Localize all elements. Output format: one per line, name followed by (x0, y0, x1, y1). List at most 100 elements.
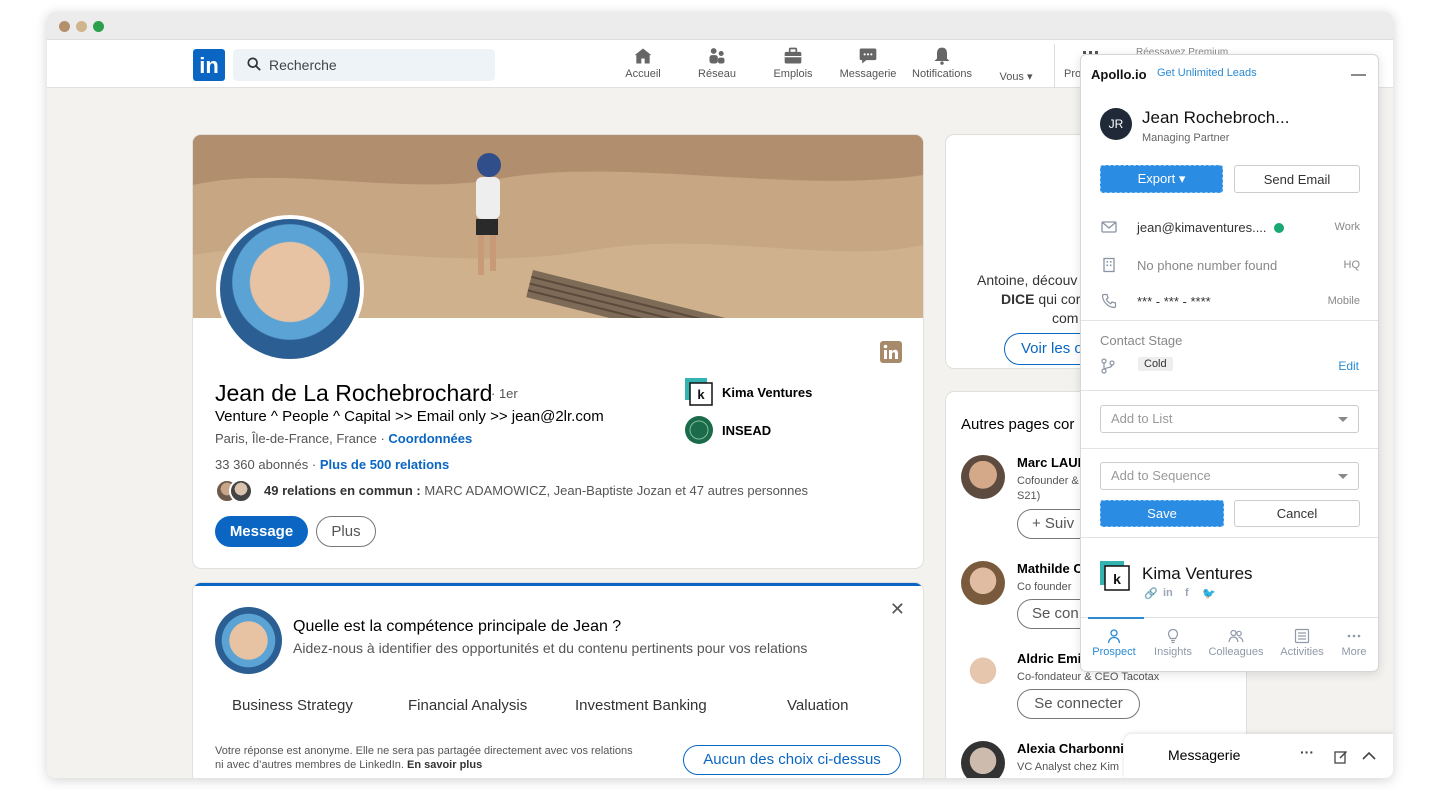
promo-line-1: Antoine, découv (977, 272, 1078, 288)
promo-highlight: DICE (1001, 291, 1035, 307)
linkedin-icon[interactable]: in (1163, 587, 1173, 599)
messaging-icon (859, 48, 877, 64)
contact-stage-label: Contact Stage (1100, 333, 1183, 348)
anon-line-1: Votre réponse est anonyme. Elle ne sera … (215, 745, 633, 757)
none-of-above-button[interactable]: Aucun des choix ci-dessus (683, 745, 901, 775)
tab-colleagues[interactable]: Colleagues (1206, 618, 1266, 671)
person-description: Co-fondateur & CEO Tacotax (1017, 670, 1159, 685)
divider (1081, 448, 1378, 449)
tab-more[interactable]: More (1324, 618, 1378, 671)
tab-insights[interactable]: Insights (1143, 618, 1203, 671)
kima-logo: k (1100, 561, 1130, 591)
twitter-icon[interactable]: 🐦 (1202, 587, 1216, 600)
question-title: Quelle est la compétence principale de J… (293, 618, 622, 635)
contact-info-link[interactable]: Coordonnées (388, 431, 472, 446)
tab-activities[interactable]: Activities (1272, 618, 1332, 671)
tab-label: Prospect (1092, 646, 1136, 658)
anonymity-note: Votre réponse est anonyme. Elle ne sera … (215, 744, 675, 772)
nav-item-messaging[interactable]: Messagerie (832, 44, 904, 88)
close-window-button[interactable] (59, 21, 70, 32)
export-button[interactable]: Export ▾ (1100, 165, 1223, 193)
connect-button[interactable]: Se connecter (1017, 689, 1140, 719)
skill-question-card: Quelle est la compétence principale de J… (193, 583, 923, 778)
more-button[interactable]: Plus (316, 516, 376, 547)
facebook-icon[interactable]: f (1185, 587, 1189, 599)
company-name[interactable]: Kima Ventures (1142, 564, 1253, 584)
divider (1081, 320, 1378, 321)
skill-option[interactable]: Financial Analysis (408, 697, 527, 714)
get-unlimited-leads-link[interactable]: Get Unlimited Leads (1157, 67, 1257, 79)
browser-window: in Accueil Réseau Emplois Messagerie Not… (47, 12, 1393, 778)
maximize-window-button[interactable] (93, 21, 104, 32)
nav-label: Notifications (912, 68, 972, 80)
nav-divider (1054, 44, 1055, 88)
nav-label: Emplois (773, 68, 813, 80)
tab-label: Insights (1154, 646, 1192, 658)
svg-text:k: k (697, 387, 705, 402)
search-icon (247, 57, 261, 71)
minimize-window-button[interactable] (76, 21, 87, 32)
nav-item-jobs[interactable]: Emplois (757, 44, 829, 88)
message-button[interactable]: Message (215, 516, 308, 547)
profile-name: Jean de La Rochebrochard (215, 380, 493, 406)
bell-icon (934, 47, 950, 65)
contact-stage-chip[interactable]: Cold (1138, 357, 1173, 371)
skill-option[interactable]: Valuation (787, 697, 848, 714)
cancel-button[interactable]: Cancel (1234, 500, 1360, 527)
messaging-bar[interactable]: Messagerie ··· (1124, 734, 1393, 778)
add-to-sequence-select[interactable]: Add to Sequence (1100, 462, 1359, 490)
contact-avatar: JR (1100, 108, 1132, 140)
person-name: Marc LAUI (1017, 455, 1082, 470)
mutual-avatar (229, 479, 253, 503)
apollo-tab-bar: Prospect Insights Colleagues Activities … (1081, 617, 1378, 671)
contact-name[interactable]: Jean Rochebroch... (1142, 108, 1289, 128)
nav-item-notifications[interactable]: Notifications (906, 44, 978, 88)
mobile-value[interactable]: *** - *** - **** (1137, 294, 1211, 309)
person-icon (1107, 629, 1121, 644)
save-button[interactable]: Save (1100, 500, 1224, 527)
search-input[interactable] (269, 49, 489, 81)
email-value[interactable]: jean@kimaventures.... (1137, 220, 1285, 235)
linkedin-logo[interactable]: in (193, 49, 225, 81)
close-icon[interactable]: ✕ (890, 599, 905, 620)
more-icon (1347, 634, 1361, 638)
chevron-up-icon[interactable] (1362, 751, 1376, 761)
followers-line: 33 360 abonnés · Plus de 500 relations (215, 457, 449, 472)
messaging-more-icon[interactable]: ··· (1300, 744, 1314, 760)
learn-more-link[interactable]: En savoir plus (407, 759, 482, 771)
contact-role: Managing Partner (1142, 132, 1230, 144)
connections-link[interactable]: Plus de 500 relations (320, 457, 449, 472)
window-titlebar (47, 12, 1393, 40)
add-to-list-select[interactable]: Add to List (1100, 405, 1359, 433)
skill-option[interactable]: Business Strategy (232, 697, 353, 714)
apollo-logo: Apollo.io (1091, 67, 1147, 82)
profile-card: Jean de La Rochebrochard · 1er Venture ^… (193, 135, 923, 568)
send-email-button[interactable]: Send Email (1234, 165, 1360, 193)
compose-icon[interactable] (1334, 750, 1348, 764)
nav-item-products[interactable]: Pro (1064, 68, 1081, 80)
add-to-sequence-placeholder: Add to Sequence (1111, 468, 1211, 483)
nav-item-me[interactable]: Vous ▾ (980, 44, 1052, 88)
skill-option[interactable]: Investment Banking (575, 697, 707, 714)
person-desc-line: Co founder (1017, 581, 1072, 593)
person-description: Co founder (1017, 580, 1071, 595)
search-box[interactable] (233, 49, 495, 81)
person-avatar (961, 561, 1005, 605)
profile-headline: Venture ^ People ^ Capital >> Email only… (215, 408, 604, 425)
edit-stage-link[interactable]: Edit (1338, 359, 1359, 373)
tab-label: Activities (1280, 646, 1324, 658)
linkedin-badge-icon (880, 341, 902, 363)
website-link-icon[interactable]: 🔗 (1144, 587, 1158, 600)
chevron-down-icon (1338, 417, 1348, 422)
export-label: Export (1137, 171, 1176, 186)
nav-item-home[interactable]: Accueil (607, 44, 679, 88)
tab-prospect[interactable]: Prospect (1084, 617, 1144, 671)
nav-item-network[interactable]: Réseau (681, 44, 753, 88)
mail-icon (1101, 221, 1117, 233)
profile-avatar[interactable] (216, 215, 364, 363)
minimize-icon[interactable] (1351, 74, 1366, 76)
person-avatar (961, 455, 1005, 499)
phone-hq-value: No phone number found (1137, 258, 1278, 273)
briefcase-icon (784, 47, 802, 64)
anon-line-2-text: ni avec d’autres membres de LinkedIn. (215, 759, 404, 771)
